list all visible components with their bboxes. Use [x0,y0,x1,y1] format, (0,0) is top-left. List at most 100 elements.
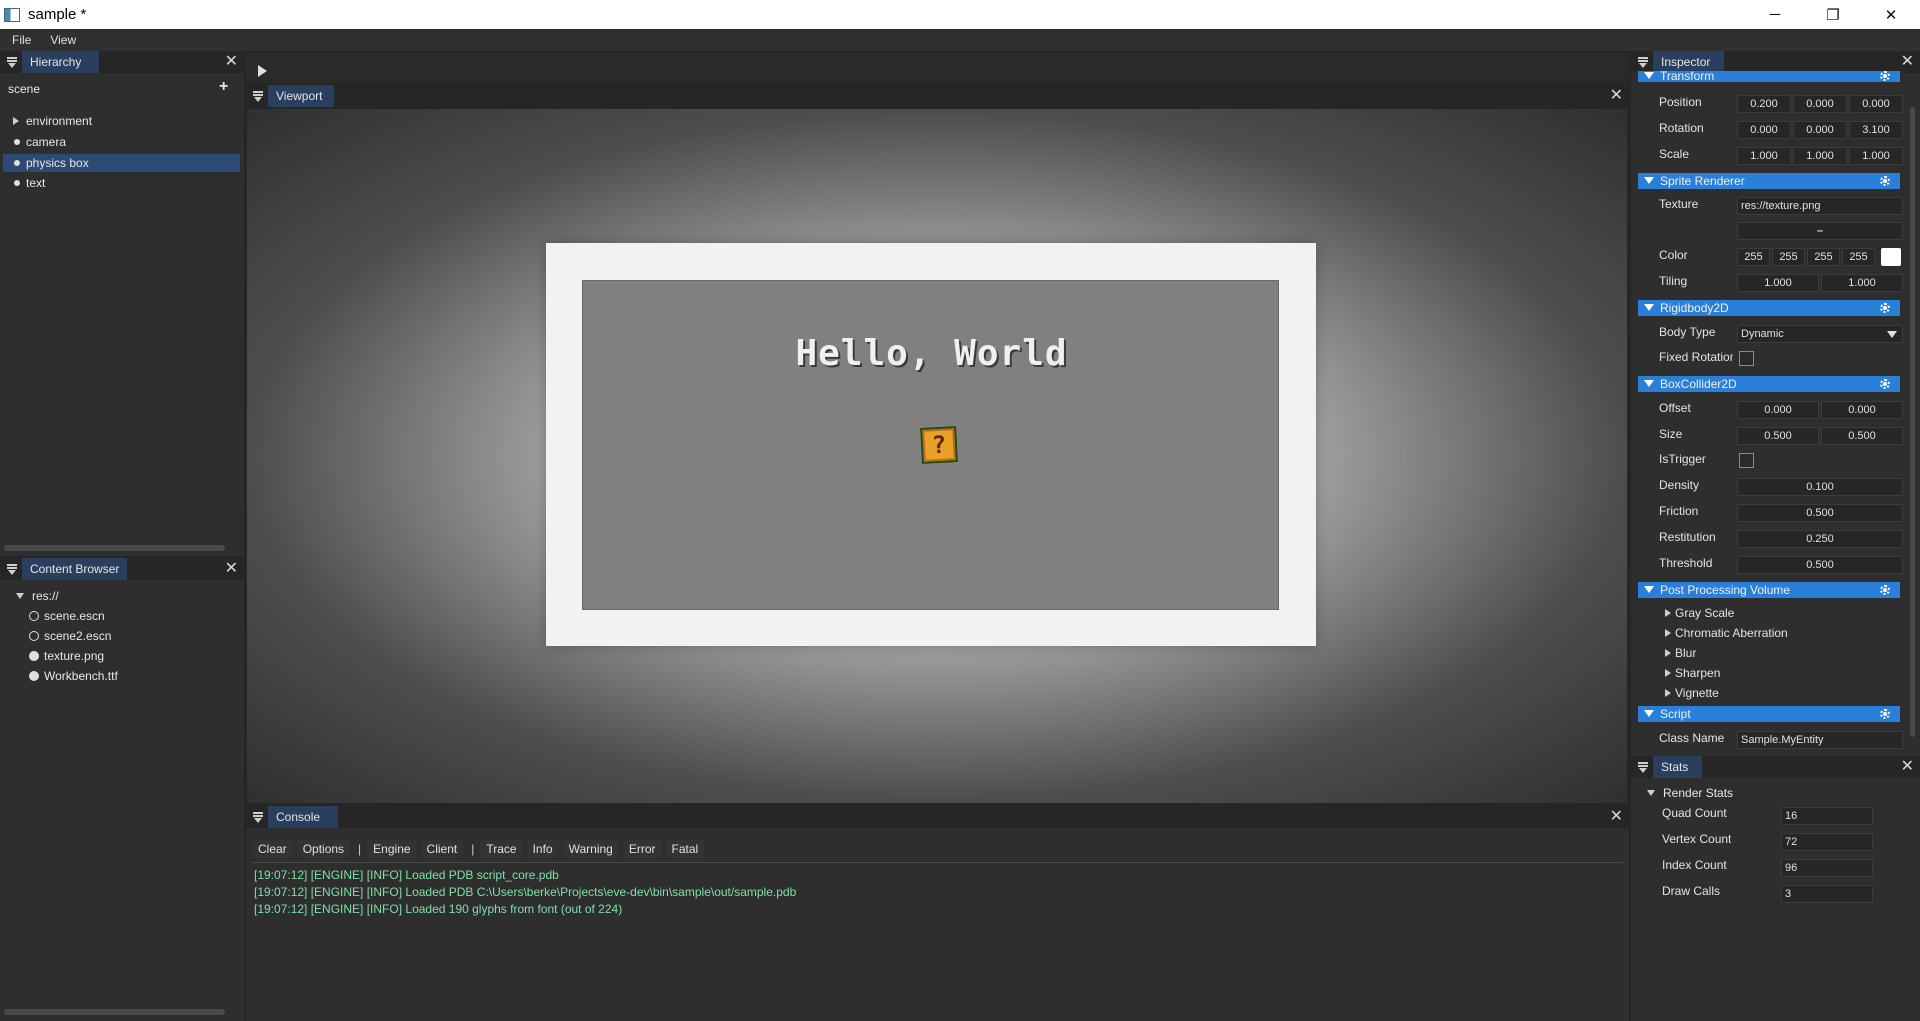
inspector-scrollbar[interactable] [1910,107,1915,737]
gear-icon[interactable] [1880,303,1890,313]
texture-preview[interactable]: – [1737,222,1903,240]
rotation-x-field[interactable]: 0.000 [1737,121,1791,139]
position-z-field[interactable]: 0.000 [1849,95,1903,113]
close-icon[interactable]: ✕ [225,560,238,578]
filter-trace[interactable]: Trace [480,840,523,858]
tiling-y-field[interactable]: 1.000 [1821,274,1903,292]
options-button[interactable]: Options [296,840,351,858]
density-field[interactable]: 0.100 [1737,478,1903,496]
menu-view[interactable]: View [38,33,83,47]
restore-button[interactable]: ❐ [1804,0,1862,29]
close-window-button[interactable]: ✕ [1862,0,1920,29]
collapse-arrow-icon[interactable] [1644,304,1654,311]
color-g-field[interactable]: 255 [1772,248,1805,266]
size-y-field[interactable]: 0.500 [1821,427,1903,445]
rotation-z-field[interactable]: 3.100 [1849,121,1903,139]
color-a-field[interactable]: 255 [1842,248,1875,266]
tab-content-browser[interactable]: Content Browser [22,558,128,580]
restitution-field[interactable]: 0.250 [1737,530,1903,548]
gear-icon[interactable] [1880,379,1890,389]
tree-item-text[interactable]: text [3,174,240,192]
collapse-arrow-icon[interactable] [1647,790,1655,796]
gear-icon[interactable] [1880,709,1890,719]
tab-stats[interactable]: Stats [1653,756,1703,778]
minimize-button[interactable]: ─ [1746,0,1804,29]
tab-console[interactable]: Console [268,806,339,828]
close-icon[interactable]: ✕ [1610,808,1623,826]
question-block-sprite[interactable]: ? [920,426,958,464]
collapse-arrow-icon[interactable] [1644,710,1654,717]
file-item[interactable]: texture.png [3,647,240,665]
filter-client[interactable]: Client [420,840,464,858]
size-x-field[interactable]: 0.500 [1737,427,1819,445]
hierarchy-scrollbar[interactable] [4,545,225,551]
class-name-field[interactable]: Sample.MyEntity [1737,731,1903,749]
tree-item-camera[interactable]: camera [3,133,240,151]
panel-menu-icon[interactable] [7,57,19,68]
file-item[interactable]: scene2.escn [3,627,240,645]
collapse-arrow-icon[interactable] [16,593,24,599]
offset-y-field[interactable]: 0.000 [1821,401,1903,419]
panel-menu-icon[interactable] [1638,762,1650,773]
collapse-arrow-icon[interactable] [1644,380,1654,387]
tree-item-physics-box[interactable]: physics box [3,154,240,172]
tab-viewport[interactable]: Viewport [268,85,335,107]
color-swatch[interactable] [1881,248,1901,266]
panel-menu-icon[interactable] [253,91,265,102]
expand-arrow-icon[interactable] [1665,669,1671,677]
collapse-arrow-icon[interactable] [1644,72,1654,79]
filter-engine[interactable]: Engine [367,840,417,858]
folder-res[interactable]: res:// [3,587,240,605]
gear-icon[interactable] [1880,176,1890,186]
scale-x-field[interactable]: 1.000 [1737,147,1791,165]
expand-arrow-icon[interactable] [1665,689,1671,697]
effect-sharpen[interactable]: Sharpen [1665,666,1720,680]
play-icon[interactable] [258,65,267,77]
close-icon[interactable]: ✕ [1610,87,1623,105]
scale-z-field[interactable]: 1.000 [1849,147,1903,165]
expand-arrow-icon[interactable] [1665,609,1671,617]
is-trigger-checkbox[interactable] [1739,453,1754,468]
position-y-field[interactable]: 0.000 [1793,95,1847,113]
filter-warning[interactable]: Warning [562,840,619,858]
scale-y-field[interactable]: 1.000 [1793,147,1847,165]
file-item[interactable]: scene.escn [3,607,240,625]
panel-menu-icon[interactable] [253,812,265,823]
content-browser-scrollbar[interactable] [4,1009,225,1015]
color-b-field[interactable]: 255 [1807,248,1840,266]
render-stats-group[interactable]: Render Stats [1645,786,1733,800]
effect-blur[interactable]: Blur [1665,646,1696,660]
section-rigidbody2d[interactable]: Rigidbody2D [1638,300,1900,316]
collapse-arrow-icon[interactable] [1644,177,1654,184]
color-r-field[interactable]: 255 [1737,248,1770,266]
close-icon[interactable]: ✕ [225,53,238,71]
collapse-arrow-icon[interactable] [1644,586,1654,593]
rotation-y-field[interactable]: 0.000 [1793,121,1847,139]
offset-x-field[interactable]: 0.000 [1737,401,1819,419]
clear-button[interactable]: Clear [252,840,293,858]
friction-field[interactable]: 0.500 [1737,504,1903,522]
effect-vignette[interactable]: Vignette [1665,686,1719,700]
expand-arrow-icon[interactable] [13,117,19,125]
panel-menu-icon[interactable] [7,564,19,575]
section-script[interactable]: Script [1638,706,1900,722]
expand-arrow-icon[interactable] [1665,629,1671,637]
panel-menu-icon[interactable] [1638,57,1650,68]
add-entity-button[interactable]: + [219,78,228,96]
filter-error[interactable]: Error [622,840,662,858]
filter-info[interactable]: Info [526,840,559,858]
tiling-x-field[interactable]: 1.000 [1737,274,1819,292]
close-icon[interactable]: ✕ [1901,758,1914,776]
section-sprite-renderer[interactable]: Sprite Renderer [1638,173,1900,189]
gear-icon[interactable] [1880,71,1890,81]
close-icon[interactable]: ✕ [1901,53,1914,71]
body-type-select[interactable]: Dynamic [1737,325,1903,343]
threshold-field[interactable]: 0.500 [1737,556,1903,574]
position-x-field[interactable]: 0.200 [1737,95,1791,113]
menu-file[interactable]: File [0,33,38,47]
section-transform[interactable]: Transform [1638,69,1900,83]
tab-hierarchy[interactable]: Hierarchy [22,51,100,73]
effect-gray-scale[interactable]: Gray Scale [1665,606,1734,620]
effect-chromatic-aberration[interactable]: Chromatic Aberration [1665,626,1788,640]
texture-field[interactable]: res://texture.png [1737,197,1903,215]
